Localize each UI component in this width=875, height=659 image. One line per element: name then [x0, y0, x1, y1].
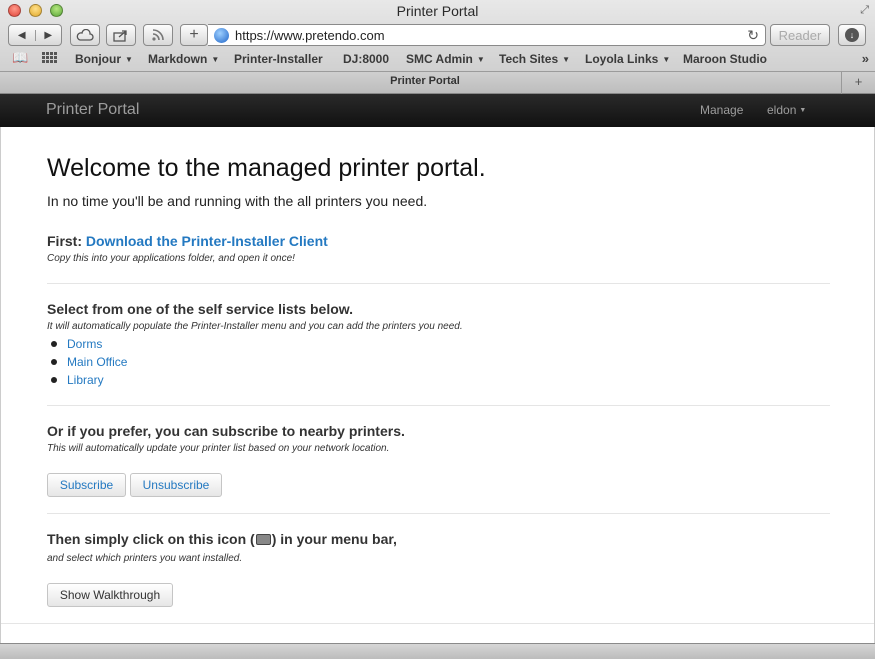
icloud-tabs-button[interactable] — [70, 24, 100, 46]
add-bookmark-button[interactable]: + — [180, 24, 208, 46]
window-title: Printer Portal — [396, 3, 479, 19]
more-bookmarks-icon[interactable]: » — [862, 51, 869, 66]
divider — [47, 283, 830, 284]
title-bar: Printer Portal ⤢ — [0, 0, 875, 24]
browser-chrome: Printer Portal ⤢ ◀ ▶ + https://www.prete… — [0, 0, 875, 94]
subscribe-button[interactable]: Subscribe — [47, 473, 126, 497]
main-content: Welcome to the managed printer portal. I… — [0, 127, 875, 643]
new-tab-icon[interactable]: + — [841, 72, 875, 94]
nav-manage-link[interactable]: Manage — [700, 103, 743, 117]
bookmark-smc-admin[interactable]: SMC Admin ▼ — [406, 52, 485, 66]
back-forward-buttons: ◀ ▶ — [8, 24, 62, 46]
subscribe-note: This will automatically update your prin… — [47, 443, 390, 454]
divider — [47, 513, 830, 514]
footer-divider — [1, 623, 874, 624]
first-prefix: First: — [47, 233, 86, 249]
list-item-library[interactable]: Library — [51, 371, 127, 389]
share-button[interactable] — [106, 24, 136, 46]
first-step-note: Copy this into your applications folder,… — [47, 253, 295, 264]
first-step-heading: First: Download the Printer-Installer Cl… — [47, 233, 328, 249]
bookmark-bonjour[interactable]: Bonjour ▼ — [75, 52, 133, 66]
walkthrough-heading-before: Then simply click on this icon ( — [47, 531, 255, 547]
reading-list-icon[interactable]: 📖 — [12, 50, 28, 66]
top-sites-icon[interactable] — [42, 52, 58, 67]
printer-icon — [255, 534, 271, 545]
address-bar[interactable]: https://www.pretendo.com ↻ — [208, 24, 766, 46]
status-bar — [0, 643, 875, 659]
lists-note: It will automatically populate the Print… — [47, 321, 463, 332]
share-icon — [113, 29, 127, 42]
rss-icon — [152, 29, 164, 41]
tab-bar: Printer Portal + — [0, 71, 875, 94]
divider — [47, 405, 830, 406]
walkthrough-heading-after: ) in your menu bar, — [271, 531, 397, 547]
chevron-down-icon: ▼ — [799, 107, 807, 114]
subscribe-heading: Or if you prefer, you can subscribe to n… — [47, 423, 405, 439]
bookmark-printer-installer[interactable]: Printer-Installer — [234, 52, 323, 66]
download-icon: ↓ — [845, 28, 859, 42]
fullscreen-icon[interactable]: ⤢ — [860, 4, 869, 17]
bookmark-loyola-links[interactable]: Loyola Links ▼ — [585, 52, 670, 66]
rss-button[interactable] — [143, 24, 173, 46]
user-menu[interactable]: eldon ▼ — [767, 103, 806, 117]
user-name: eldon — [767, 103, 797, 117]
lead-text: In no time you'll be and running with th… — [47, 193, 428, 209]
lists-heading: Select from one of the self service list… — [47, 301, 354, 317]
url-text[interactable]: https://www.pretendo.com — [235, 28, 385, 43]
list-item-dorms[interactable]: Dorms — [51, 335, 127, 353]
toolbar: ◀ ▶ + https://www.pretendo.com ↻ Reader … — [0, 24, 875, 48]
unsubscribe-button[interactable]: Unsubscribe — [130, 473, 222, 497]
list-item-main-office[interactable]: Main Office — [51, 353, 127, 371]
forward-icon[interactable]: ▶ — [34, 29, 62, 41]
bookmark-dj8000[interactable]: DJ:8000 — [343, 52, 389, 66]
add-icon: + — [189, 26, 199, 43]
downloads-button[interactable]: ↓ — [838, 24, 866, 46]
site-navbar: Printer Portal Manage eldon ▼ — [0, 94, 875, 127]
bookmark-maroon-studio[interactable]: Maroon Studio — [683, 52, 767, 66]
reader-button[interactable]: Reader — [770, 24, 830, 46]
globe-icon — [214, 27, 229, 43]
bookmark-tech-sites[interactable]: Tech Sites ▼ — [499, 52, 570, 66]
walkthrough-heading: Then simply click on this icon ( ) in you… — [47, 531, 397, 547]
brand-link[interactable]: Printer Portal — [46, 101, 139, 119]
walkthrough-note: and select which printers you want insta… — [47, 553, 243, 564]
bookmarks-bar: 📖 Bonjour ▼ Markdown ▼ Printer-Installer D… — [0, 49, 875, 69]
self-service-list: Dorms Main Office Library — [51, 335, 127, 389]
icloud-icon — [76, 29, 94, 41]
back-icon[interactable]: ◀ — [9, 30, 35, 41]
show-walkthrough-button[interactable]: Show Walkthrough — [47, 583, 173, 607]
download-client-link[interactable]: Download the Printer-Installer Client — [86, 233, 328, 249]
bookmark-markdown[interactable]: Markdown ▼ — [148, 52, 219, 66]
page-title: Welcome to the managed printer portal. — [47, 154, 486, 182]
tab-printer-portal[interactable]: Printer Portal — [0, 75, 850, 87]
reload-icon[interactable]: ↻ — [747, 27, 759, 44]
